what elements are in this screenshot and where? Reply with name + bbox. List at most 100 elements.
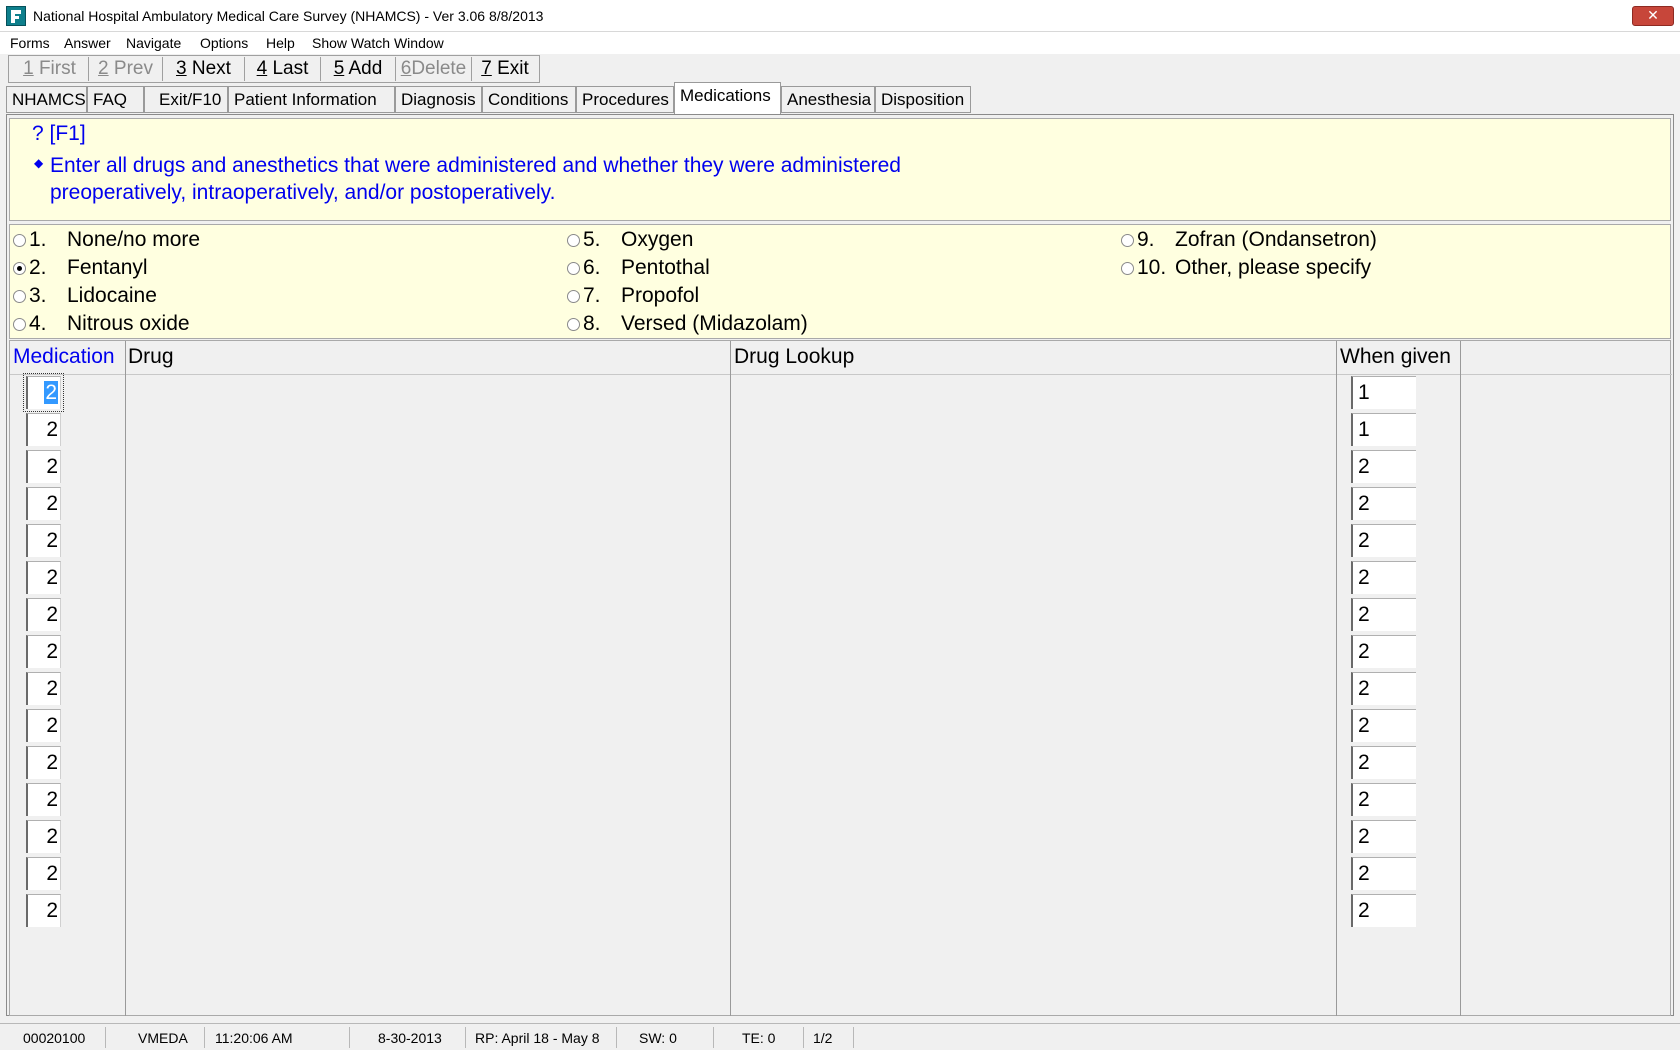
column-divider [730, 341, 731, 1016]
radio-checked-icon[interactable] [13, 262, 26, 275]
navigation-toolbar: 1 First 2 Prev 3 Next 4 Last 5 Add 6Dele… [8, 55, 540, 83]
medication-cell[interactable]: 2 [26, 450, 61, 483]
status-separator [465, 1027, 466, 1048]
tab-patient-information[interactable]: Patient Information [228, 86, 395, 113]
when-given-cell[interactable]: 2 [1351, 820, 1416, 853]
status-separator [204, 1027, 205, 1048]
radio-icon[interactable] [13, 318, 26, 331]
when-given-cell[interactable]: 2 [1351, 857, 1416, 890]
column-divider [1336, 341, 1337, 1016]
question-text: Enter all drugs and anesthetics that wer… [50, 154, 901, 204]
status-separator [803, 1027, 804, 1048]
radio-icon[interactable] [13, 290, 26, 303]
when-given-cell[interactable]: 2 [1351, 598, 1416, 631]
help-f1-link[interactable]: ? [F1] [32, 122, 86, 146]
when-given-cell[interactable]: 2 [1351, 894, 1416, 927]
medication-cell[interactable]: 2 [26, 672, 61, 705]
when-given-cell[interactable]: 2 [1351, 524, 1416, 557]
last-button[interactable]: 4 Last [245, 57, 321, 81]
when-given-cell[interactable]: 1 [1351, 376, 1416, 409]
answer-options: 1. None/no more 2. Fentanyl 3. Lidocaine 4.… [9, 224, 1671, 339]
delete-button[interactable]: 6Delete [396, 57, 472, 81]
when-given-cell[interactable]: 2 [1351, 487, 1416, 520]
when-given-cell[interactable]: 2 [1351, 561, 1416, 594]
status-separator [616, 1027, 617, 1048]
tab-faq[interactable]: FAQ [87, 86, 144, 113]
status-te: TE: 0 [742, 1030, 776, 1046]
status-separator [105, 1027, 106, 1048]
first-button[interactable]: 1 First [11, 57, 89, 81]
app-icon [6, 6, 26, 26]
status-separator [349, 1027, 350, 1048]
radio-icon[interactable] [1121, 262, 1134, 275]
status-sw: SW: 0 [639, 1030, 677, 1046]
column-header-drug: Drug [128, 345, 174, 368]
exit-button[interactable]: 7 Exit [472, 57, 538, 81]
tab-diagnosis[interactable]: Diagnosis [395, 86, 482, 113]
when-given-cell[interactable]: 2 [1351, 783, 1416, 816]
title-bar: National Hospital Ambulatory Medical Car… [0, 0, 1680, 32]
medication-cell[interactable]: 2 [26, 561, 61, 594]
radio-icon[interactable] [13, 234, 26, 247]
tab-conditions[interactable]: Conditions [482, 86, 576, 113]
menu-help[interactable]: Help [266, 35, 295, 51]
when-given-cell[interactable]: 2 [1351, 746, 1416, 779]
medication-cell[interactable]: 2 [26, 857, 61, 890]
radio-icon[interactable] [567, 262, 580, 275]
radio-icon[interactable] [1121, 234, 1134, 247]
prev-button[interactable]: 2 Prev [89, 57, 163, 81]
menu-forms[interactable]: Forms [10, 35, 50, 51]
status-bar: 00020100 VMEDA 11:20:06 AM 8-30-2013 RP:… [0, 1023, 1680, 1050]
medication-cell[interactable]: 2 [26, 820, 61, 853]
tab-anesthesia[interactable]: Anesthesia [781, 86, 875, 113]
medication-cell[interactable]: 2 [26, 635, 61, 668]
next-button[interactable]: 3 Next [163, 57, 245, 81]
medication-cell[interactable]: 2 [26, 894, 61, 927]
menu-navigate[interactable]: Navigate [126, 35, 181, 51]
tab-procedures[interactable]: Procedures [576, 86, 674, 113]
menu-options[interactable]: Options [200, 35, 248, 51]
status-separator [853, 1027, 854, 1048]
medication-cell[interactable]: 2 [26, 783, 61, 816]
question-bullet-icon: ◆ [34, 156, 44, 170]
when-given-cell[interactable]: 2 [1351, 672, 1416, 705]
medication-cell[interactable]: 2 [26, 524, 61, 557]
status-reporting-period: RP: April 18 - May 8 [475, 1030, 600, 1046]
tab-nhamcs[interactable]: NHAMCS [6, 86, 87, 113]
column-divider [1460, 341, 1461, 1016]
window-title: National Hospital Ambulatory Medical Car… [33, 8, 544, 24]
medication-cell[interactable]: 2 [26, 487, 61, 520]
radio-icon[interactable] [567, 318, 580, 331]
close-button[interactable]: ✕ [1632, 6, 1674, 26]
when-given-cell[interactable]: 1 [1351, 413, 1416, 446]
tab-disposition[interactable]: Disposition [875, 86, 971, 113]
medication-grid: Medication Drug Drug Lookup When given 2… [9, 340, 1672, 1016]
column-divider [125, 341, 126, 1016]
column-header-drug-lookup: Drug Lookup [734, 345, 855, 368]
status-date: 8-30-2013 [378, 1030, 442, 1046]
status-time: 11:20:06 AM [215, 1030, 293, 1046]
header-divider [10, 374, 1672, 375]
add-button[interactable]: 5 Add [321, 57, 396, 81]
medication-cell[interactable]: 2 [26, 598, 61, 631]
medication-cell[interactable]: 2 [26, 709, 61, 742]
when-given-cell[interactable]: 2 [1351, 635, 1416, 668]
question-pane: ? [F1] ◆ Enter all drugs and anesthetics… [9, 118, 1671, 221]
status-field-id: 00020100 [23, 1030, 86, 1046]
medication-cell[interactable]: 2 [26, 413, 61, 446]
radio-icon[interactable] [567, 290, 580, 303]
menu-bar: Forms Answer Navigate Options Help Show … [0, 32, 1680, 54]
medication-cell[interactable]: 2 [26, 746, 61, 779]
tab-exit-f10[interactable]: Exit/F10 [144, 86, 228, 113]
when-given-cell[interactable]: 2 [1351, 709, 1416, 742]
status-field-name: VMEDA [138, 1030, 188, 1046]
status-page: 1/2 [813, 1030, 833, 1046]
when-given-cell[interactable]: 2 [1351, 450, 1416, 483]
column-header-medication[interactable]: Medication [13, 345, 115, 369]
menu-show-watch-window[interactable]: Show Watch Window [312, 35, 444, 51]
medication-cell[interactable]: 2 [23, 373, 64, 412]
menu-answer[interactable]: Answer [64, 35, 111, 51]
tab-medications[interactable]: Medications [674, 82, 781, 114]
column-header-when-given: When given [1340, 345, 1451, 368]
radio-icon[interactable] [567, 234, 580, 247]
